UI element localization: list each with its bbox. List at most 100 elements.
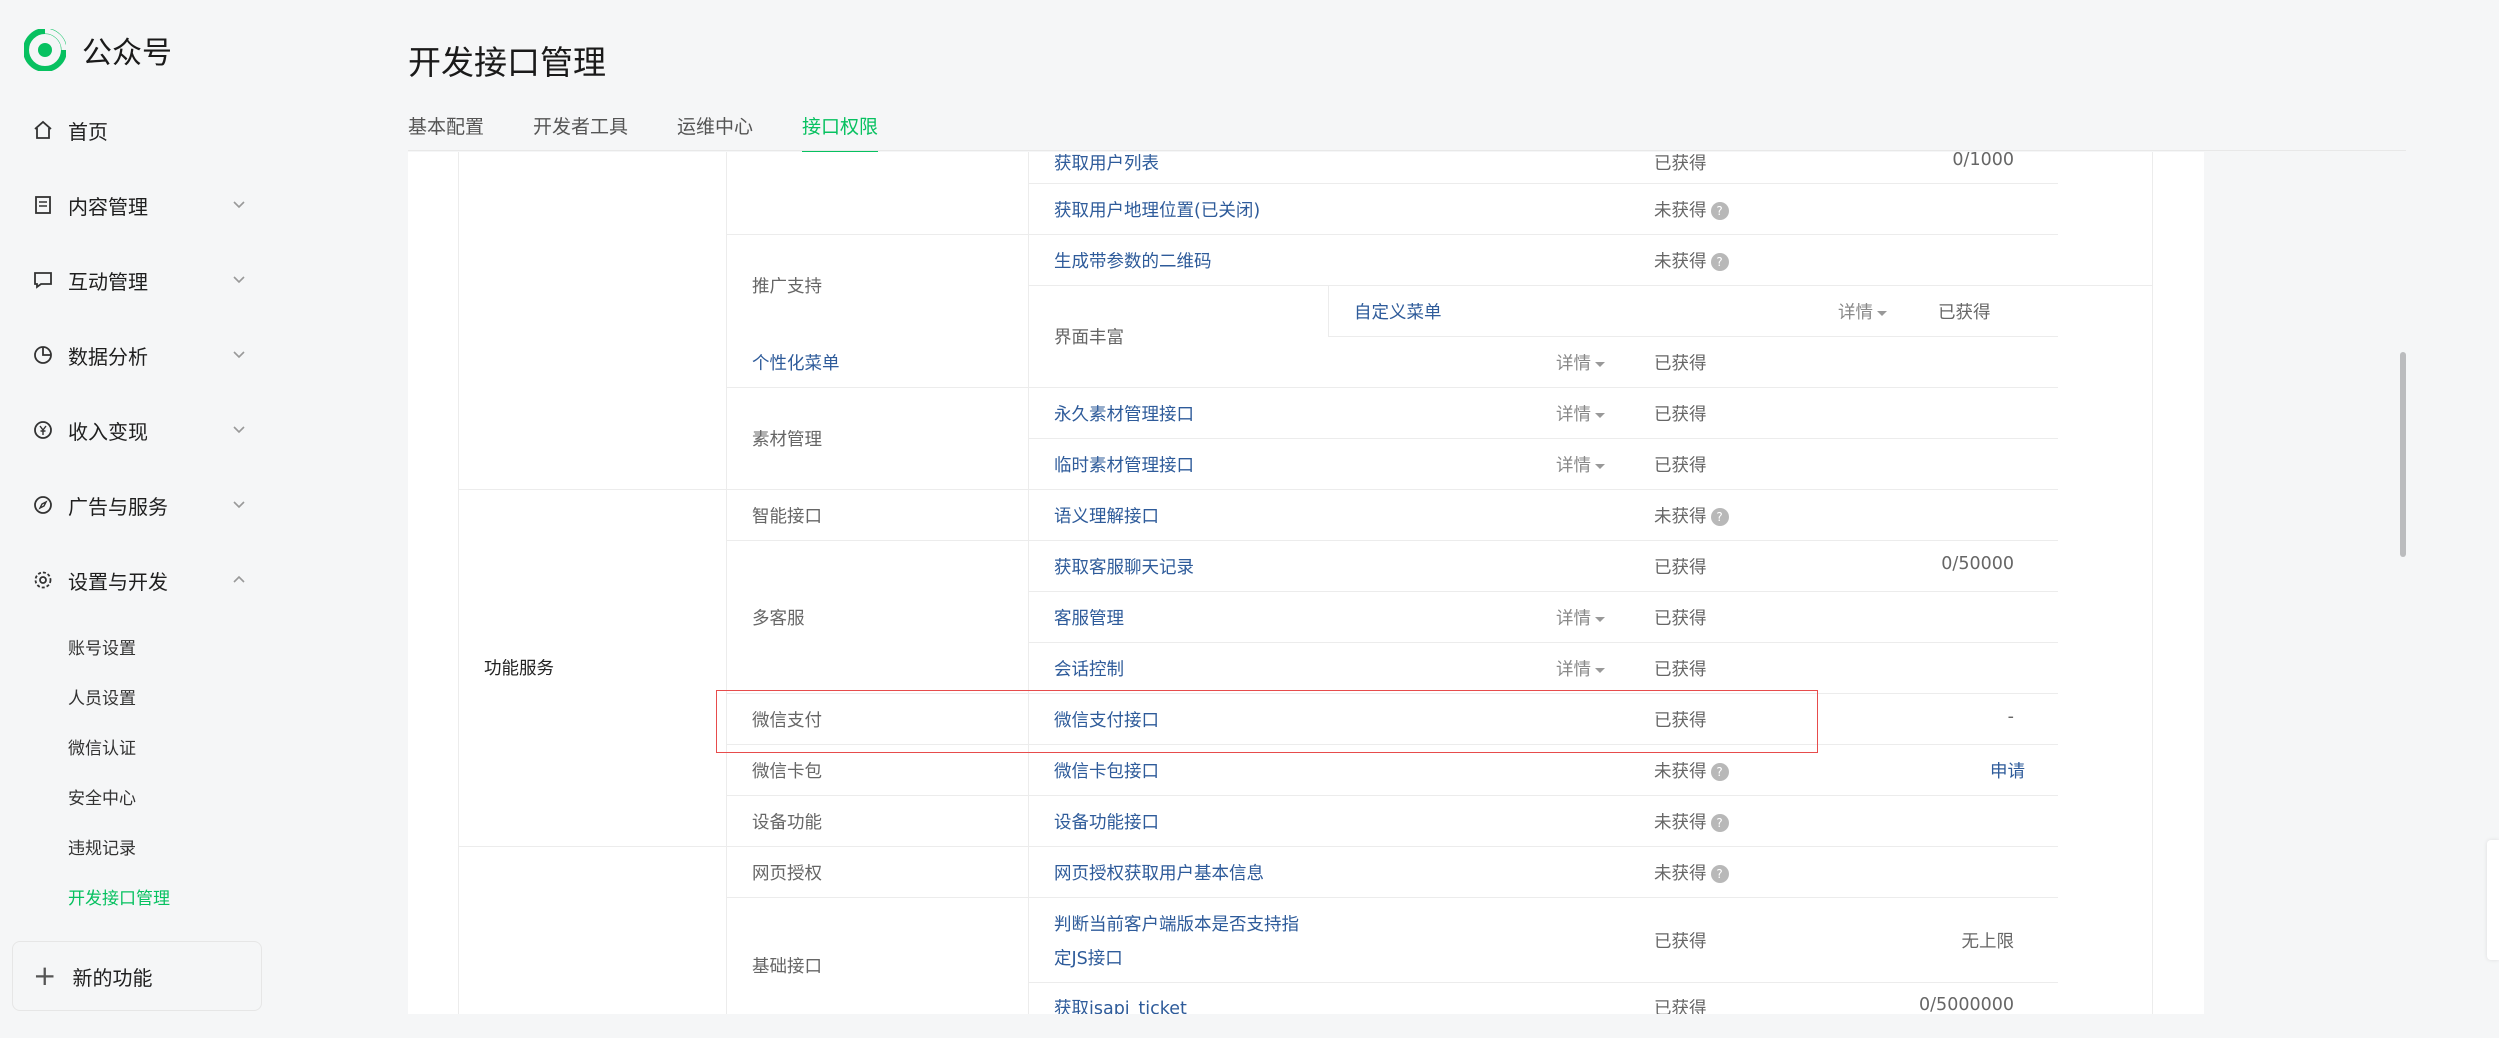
detail-label: 详情 [1556,405,1591,425]
status-text: 未获得 [1654,864,1707,884]
new-feature-label: 新的功能 [72,965,153,990]
chat-icon [32,269,54,291]
app-logo[interactable]: 公众号 [24,28,172,72]
status-text: 未获得 [1654,762,1707,782]
detail-dropdown[interactable]: 详情 [1556,452,1605,477]
api-name-line1[interactable]: 判断当前客户端版本是否支持指 [1054,911,1299,936]
api-name[interactable]: 会话控制 [1054,656,1124,681]
permissions-card: 获取用户列表 0/1000 已获得 获取用户地理位置(已关闭) 未获得? 推广支… [408,152,2406,1014]
help-icon[interactable]: ? [1710,508,1729,526]
api-status: 已获得 [1654,660,1707,680]
api-status: 未获得? [1654,860,1729,885]
new-feature-button[interactable]: + 新的功能 [12,941,262,1011]
compass-icon [32,494,54,516]
api-name[interactable]: 获取用户地理位置(已关闭) [1054,197,1260,222]
api-group: 智能接口 [752,507,822,527]
sub-member-settings[interactable]: 人员设置 [68,684,136,709]
nav-interaction[interactable]: 互动管理 [32,260,247,300]
api-name[interactable]: 语义理解接口 [1054,503,1159,528]
sub-wechat-verify[interactable]: 微信认证 [68,734,136,759]
chevron-down-icon [233,426,245,434]
api-name[interactable]: 个性化菜单 [752,350,840,375]
highlight-box [716,690,1818,753]
api-name[interactable]: 网页授权获取用户基本信息 [1054,860,1264,885]
tab-divider [408,150,2406,151]
sub-security-center[interactable]: 安全中心 [68,784,136,809]
nav-analytics[interactable]: 数据分析 [32,335,247,375]
sub-dev-interface-mgmt[interactable]: 开发接口管理 [68,884,170,909]
sub-violation-records[interactable]: 违规记录 [68,834,136,859]
api-group: 素材管理 [752,430,822,450]
api-name[interactable]: 微信卡包接口 [1054,758,1159,783]
status-text: 未获得 [1654,252,1707,272]
detail-dropdown[interactable]: 详情 [1556,401,1605,426]
nav-ads-services-label: 广告与服务 [68,494,168,519]
api-quota: 0/5000000 [1919,995,2014,1014]
apply-link[interactable]: 申请 [1990,758,2025,783]
status-text: 未获得 [1654,507,1707,527]
api-group: 界面丰富 [1054,328,1124,348]
detail-dropdown[interactable]: 详情 [1556,656,1605,681]
table-divider [1028,152,1029,1014]
api-name[interactable]: 永久素材管理接口 [1054,401,1194,426]
chevron-down-icon [233,351,245,359]
help-icon[interactable]: ? [1710,763,1729,781]
api-status: 已获得 [1654,154,1707,174]
api-name[interactable]: 获取用户列表 [1054,152,1159,175]
nav-monetization[interactable]: 收入变现 [32,410,247,450]
api-name[interactable]: 临时素材管理接口 [1054,452,1194,477]
help-icon[interactable]: ? [1710,865,1729,883]
document-icon [32,194,54,216]
tab-interface-permissions[interactable]: 接口权限 [802,112,879,152]
nav-settings-dev[interactable]: 设置与开发 [32,560,247,600]
api-name[interactable]: 生成带参数的二维码 [1054,248,1212,273]
nav-ads-services[interactable]: 广告与服务 [32,485,247,525]
api-name[interactable]: 设备功能接口 [1054,809,1159,834]
help-icon[interactable]: ? [1710,253,1729,271]
detail-label: 详情 [1556,660,1591,680]
nav-interaction-label: 互动管理 [68,269,148,294]
chevron-down-icon [233,276,245,284]
tab-bar: 基本配置 开发者工具 运维中心 接口权限 [408,112,927,152]
api-group: 设备功能 [752,813,822,833]
side-float-tab[interactable] [2487,840,2499,960]
permissions-table[interactable]: 获取用户列表 0/1000 已获得 获取用户地理位置(已关闭) 未获得? 推广支… [408,152,2204,1014]
table-divider [726,234,2058,235]
table-divider [1028,285,2152,286]
detail-dropdown[interactable]: 详情 [1838,299,1887,324]
detail-dropdown[interactable]: 详情 [1556,350,1605,375]
table-divider [1028,183,2058,184]
api-name[interactable]: 自定义菜单 [1354,299,1442,324]
gear-icon [32,569,54,591]
help-icon[interactable]: ? [1710,202,1729,220]
api-status: 未获得? [1654,809,1729,834]
api-name[interactable]: 获取客服聊天记录 [1054,554,1194,579]
api-quota: 0/1000 [1952,152,2014,170]
scrollbar-thumb[interactable] [2400,352,2406,557]
help-icon[interactable]: ? [1710,814,1729,832]
api-status: 未获得? [1654,503,1729,528]
tab-ops-center[interactable]: 运维中心 [677,112,753,152]
nav-content[interactable]: 内容管理 [32,185,247,225]
api-group: 基础接口 [752,957,822,977]
api-status: 已获得 [1654,609,1707,629]
api-name[interactable]: 客服管理 [1054,605,1124,630]
tab-basic-config[interactable]: 基本配置 [408,112,484,152]
nav-content-label: 内容管理 [68,194,148,219]
detail-dropdown[interactable]: 详情 [1556,605,1605,630]
api-group: 推广支持 [752,277,822,297]
status-text: 未获得 [1654,201,1707,221]
api-name[interactable]: 获取jsapi_ticket [1054,995,1187,1014]
nav-monetization-label: 收入变现 [68,419,148,444]
caret-down-icon [1595,667,1605,673]
table-divider [726,897,2058,898]
nav-home[interactable]: 首页 [32,110,247,150]
right-panel [2204,152,2406,1014]
status-text: 未获得 [1654,813,1707,833]
tab-dev-tools[interactable]: 开发者工具 [533,112,628,152]
api-name-line2[interactable]: 定JS接口 [1054,945,1123,970]
sub-account-settings[interactable]: 账号设置 [68,634,136,659]
caret-down-icon [1595,361,1605,367]
table-divider [726,540,2058,541]
api-status: 已获得 [1654,932,1707,952]
